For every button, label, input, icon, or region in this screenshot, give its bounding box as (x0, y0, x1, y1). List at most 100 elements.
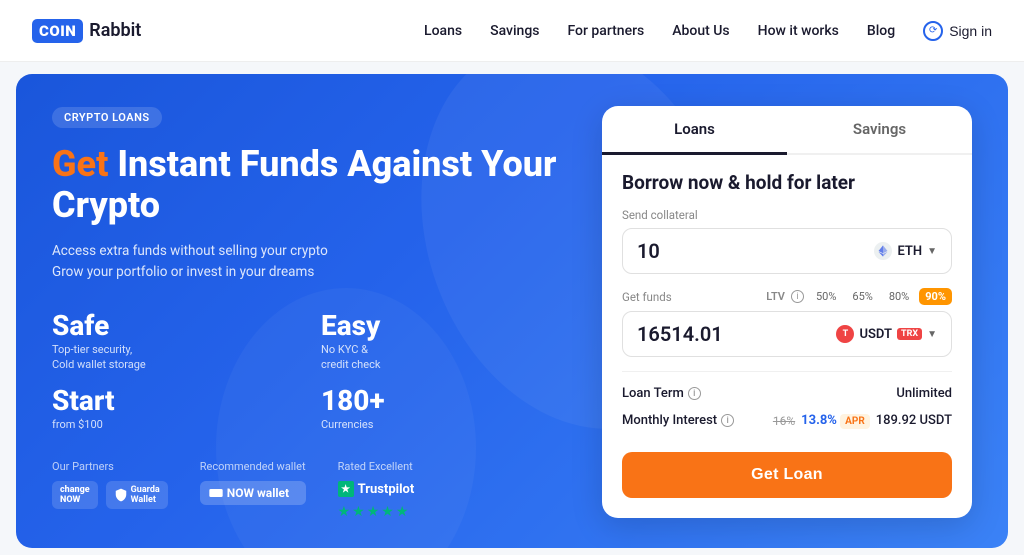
nav-how-it-works[interactable]: How it works (758, 23, 839, 39)
get-loan-button[interactable]: Get Loan (622, 452, 952, 498)
collateral-label: Send collateral (622, 208, 952, 222)
feature-easy-desc: No KYC &credit check (321, 342, 380, 373)
nav-blog[interactable]: Blog (867, 23, 895, 39)
guarda-logo: GuardaWallet (106, 481, 168, 509)
feature-start-label: Start (52, 387, 115, 415)
hero-subtitle-line2: Grow your portfolio or invest in your dr… (52, 264, 314, 280)
nav-loans[interactable]: Loans (424, 23, 462, 39)
trx-badge: TRX (897, 328, 922, 340)
monthly-interest-label: Monthly Interest i (622, 413, 734, 428)
card-body: Borrow now & hold for later Send collate… (602, 171, 972, 498)
feature-currencies: 180+ Currencies (321, 387, 570, 432)
feature-easy: Easy No KYC &credit check (321, 312, 570, 373)
monthly-interest-row: Monthly Interest i 16% 13.8% APR 189.92 … (622, 411, 952, 430)
ltv-label: LTV (766, 290, 785, 303)
loan-card: Loans Savings Borrow now & hold for late… (602, 106, 972, 518)
logo-coin: COIN (32, 19, 83, 43)
loan-term-row: Loan Term i Unlimited (622, 384, 952, 403)
hero-left: CRYPTO LOANS Get Instant Funds Against Y… (52, 106, 570, 520)
star-1: ★ (338, 504, 351, 520)
nav-for-partners[interactable]: For partners (567, 23, 644, 39)
new-rate: 13.8% APR (801, 413, 870, 428)
nav-savings[interactable]: Savings (490, 23, 539, 39)
card-tabs: Loans Savings (602, 106, 972, 155)
feature-start-desc: from $100 (52, 417, 115, 432)
rated-label: Rated Excellent (338, 460, 415, 473)
trustpilot-icon: ★ (338, 481, 354, 497)
feature-currencies-label: Currencies (321, 417, 385, 432)
collateral-value: 10 (637, 239, 874, 263)
star-4: ★ (381, 504, 394, 520)
hero-title: Get Instant Funds Against Your Crypto (52, 144, 570, 227)
star-5: ★ (396, 504, 409, 520)
crypto-badge: CRYPTO LOANS (52, 107, 162, 128)
loan-term-value: Unlimited (896, 386, 952, 401)
nowwallet-logo: NOW wallet (200, 481, 306, 505)
funds-currency-label: USDT (859, 327, 892, 342)
usdt-icon: T (836, 325, 854, 343)
features-grid: Safe Top-tier security,Cold wallet stora… (52, 312, 570, 432)
partners-section: Our Partners changeNOW GuardaWallet Reco… (52, 460, 570, 520)
feature-currencies-count: 180+ (321, 387, 385, 415)
star-2: ★ (352, 504, 365, 520)
feature-safe-label: Safe (52, 312, 146, 340)
hero-section: CRYPTO LOANS Get Instant Funds Against Y… (16, 74, 1008, 548)
feature-start: Start from $100 (52, 387, 301, 432)
ltv-options: 50% 65% 80% 90% (810, 288, 952, 305)
funds-chevron-icon: ▼ (927, 329, 937, 340)
apr-badge: APR (840, 414, 870, 429)
feature-safe: Safe Top-tier security,Cold wallet stora… (52, 312, 301, 373)
loan-term-info-icon: i (688, 387, 701, 400)
our-partners-group: Our Partners changeNOW GuardaWallet (52, 460, 168, 509)
collateral-input-row[interactable]: 10 ETH ▼ (622, 228, 952, 274)
partner-logos: changeNOW GuardaWallet (52, 481, 168, 509)
tab-savings[interactable]: Savings (787, 106, 972, 153)
hero-subtitle: Access extra funds without selling your … (52, 241, 570, 284)
collateral-currency-label: ETH (897, 244, 922, 259)
hero-subtitle-line1: Access extra funds without selling your … (52, 243, 328, 259)
logo-rabbit: Rabbit (89, 20, 141, 41)
main-nav: Loans Savings For partners About Us How … (424, 21, 992, 41)
logo[interactable]: COIN Rabbit (32, 19, 141, 43)
card-title: Borrow now & hold for later (622, 171, 952, 194)
interest-values: 16% 13.8% APR 189.92 USDT (773, 413, 952, 428)
wallet-label: Recommended wallet (200, 460, 306, 473)
feature-easy-label: Easy (321, 312, 380, 340)
ltv-row: Get funds LTV i 50% 65% 80% 90% (622, 288, 952, 305)
ltv-90[interactable]: 90% (919, 288, 952, 305)
header: COIN Rabbit Loans Savings For partners A… (0, 0, 1024, 62)
trustpilot-stars: ★ ★ ★ ★ ★ (338, 504, 415, 520)
hero-title-get: Get (52, 143, 108, 185)
feature-safe-desc: Top-tier security,Cold wallet storage (52, 342, 146, 373)
nav-about-us[interactable]: About Us (672, 23, 729, 39)
signin-label: Sign in (949, 23, 992, 39)
funds-value: 16514.01 (637, 322, 836, 346)
changenow-logo: changeNOW (52, 481, 98, 509)
recommended-wallet-group: Recommended wallet NOW wallet (200, 460, 306, 505)
monthly-interest-info-icon: i (721, 414, 734, 427)
ltv-info-icon: i (791, 290, 804, 303)
ltv-50[interactable]: 50% (810, 288, 842, 305)
trustpilot-group: Rated Excellent ★ Trustpilot ★ ★ ★ ★ ★ (338, 460, 415, 520)
interest-usdt: 189.92 USDT (876, 413, 952, 428)
old-rate: 16% (773, 414, 795, 428)
divider (622, 371, 952, 372)
trustpilot-label: Trustpilot (358, 482, 415, 497)
funds-input-row[interactable]: 16514.01 T USDT TRX ▼ (622, 311, 952, 357)
trustpilot-logo: ★ Trustpilot (338, 481, 415, 497)
loan-term-label: Loan Term i (622, 386, 701, 401)
signin-button[interactable]: ⟳ Sign in (923, 21, 992, 41)
collateral-chevron-icon: ▼ (927, 246, 937, 257)
star-3: ★ (367, 504, 380, 520)
partners-label: Our Partners (52, 460, 168, 473)
tab-loans[interactable]: Loans (602, 106, 787, 155)
collateral-currency-select[interactable]: ETH ▼ (874, 242, 937, 260)
ltv-80[interactable]: 80% (883, 288, 915, 305)
shield-icon (114, 488, 128, 502)
eth-icon (874, 242, 892, 260)
nowwallet-icon (208, 485, 224, 501)
funds-label: Get funds (622, 290, 760, 304)
ltv-65[interactable]: 65% (846, 288, 878, 305)
funds-currency-select[interactable]: T USDT TRX ▼ (836, 325, 937, 343)
hero-title-rest: Instant Funds Against Your Crypto (52, 143, 556, 226)
